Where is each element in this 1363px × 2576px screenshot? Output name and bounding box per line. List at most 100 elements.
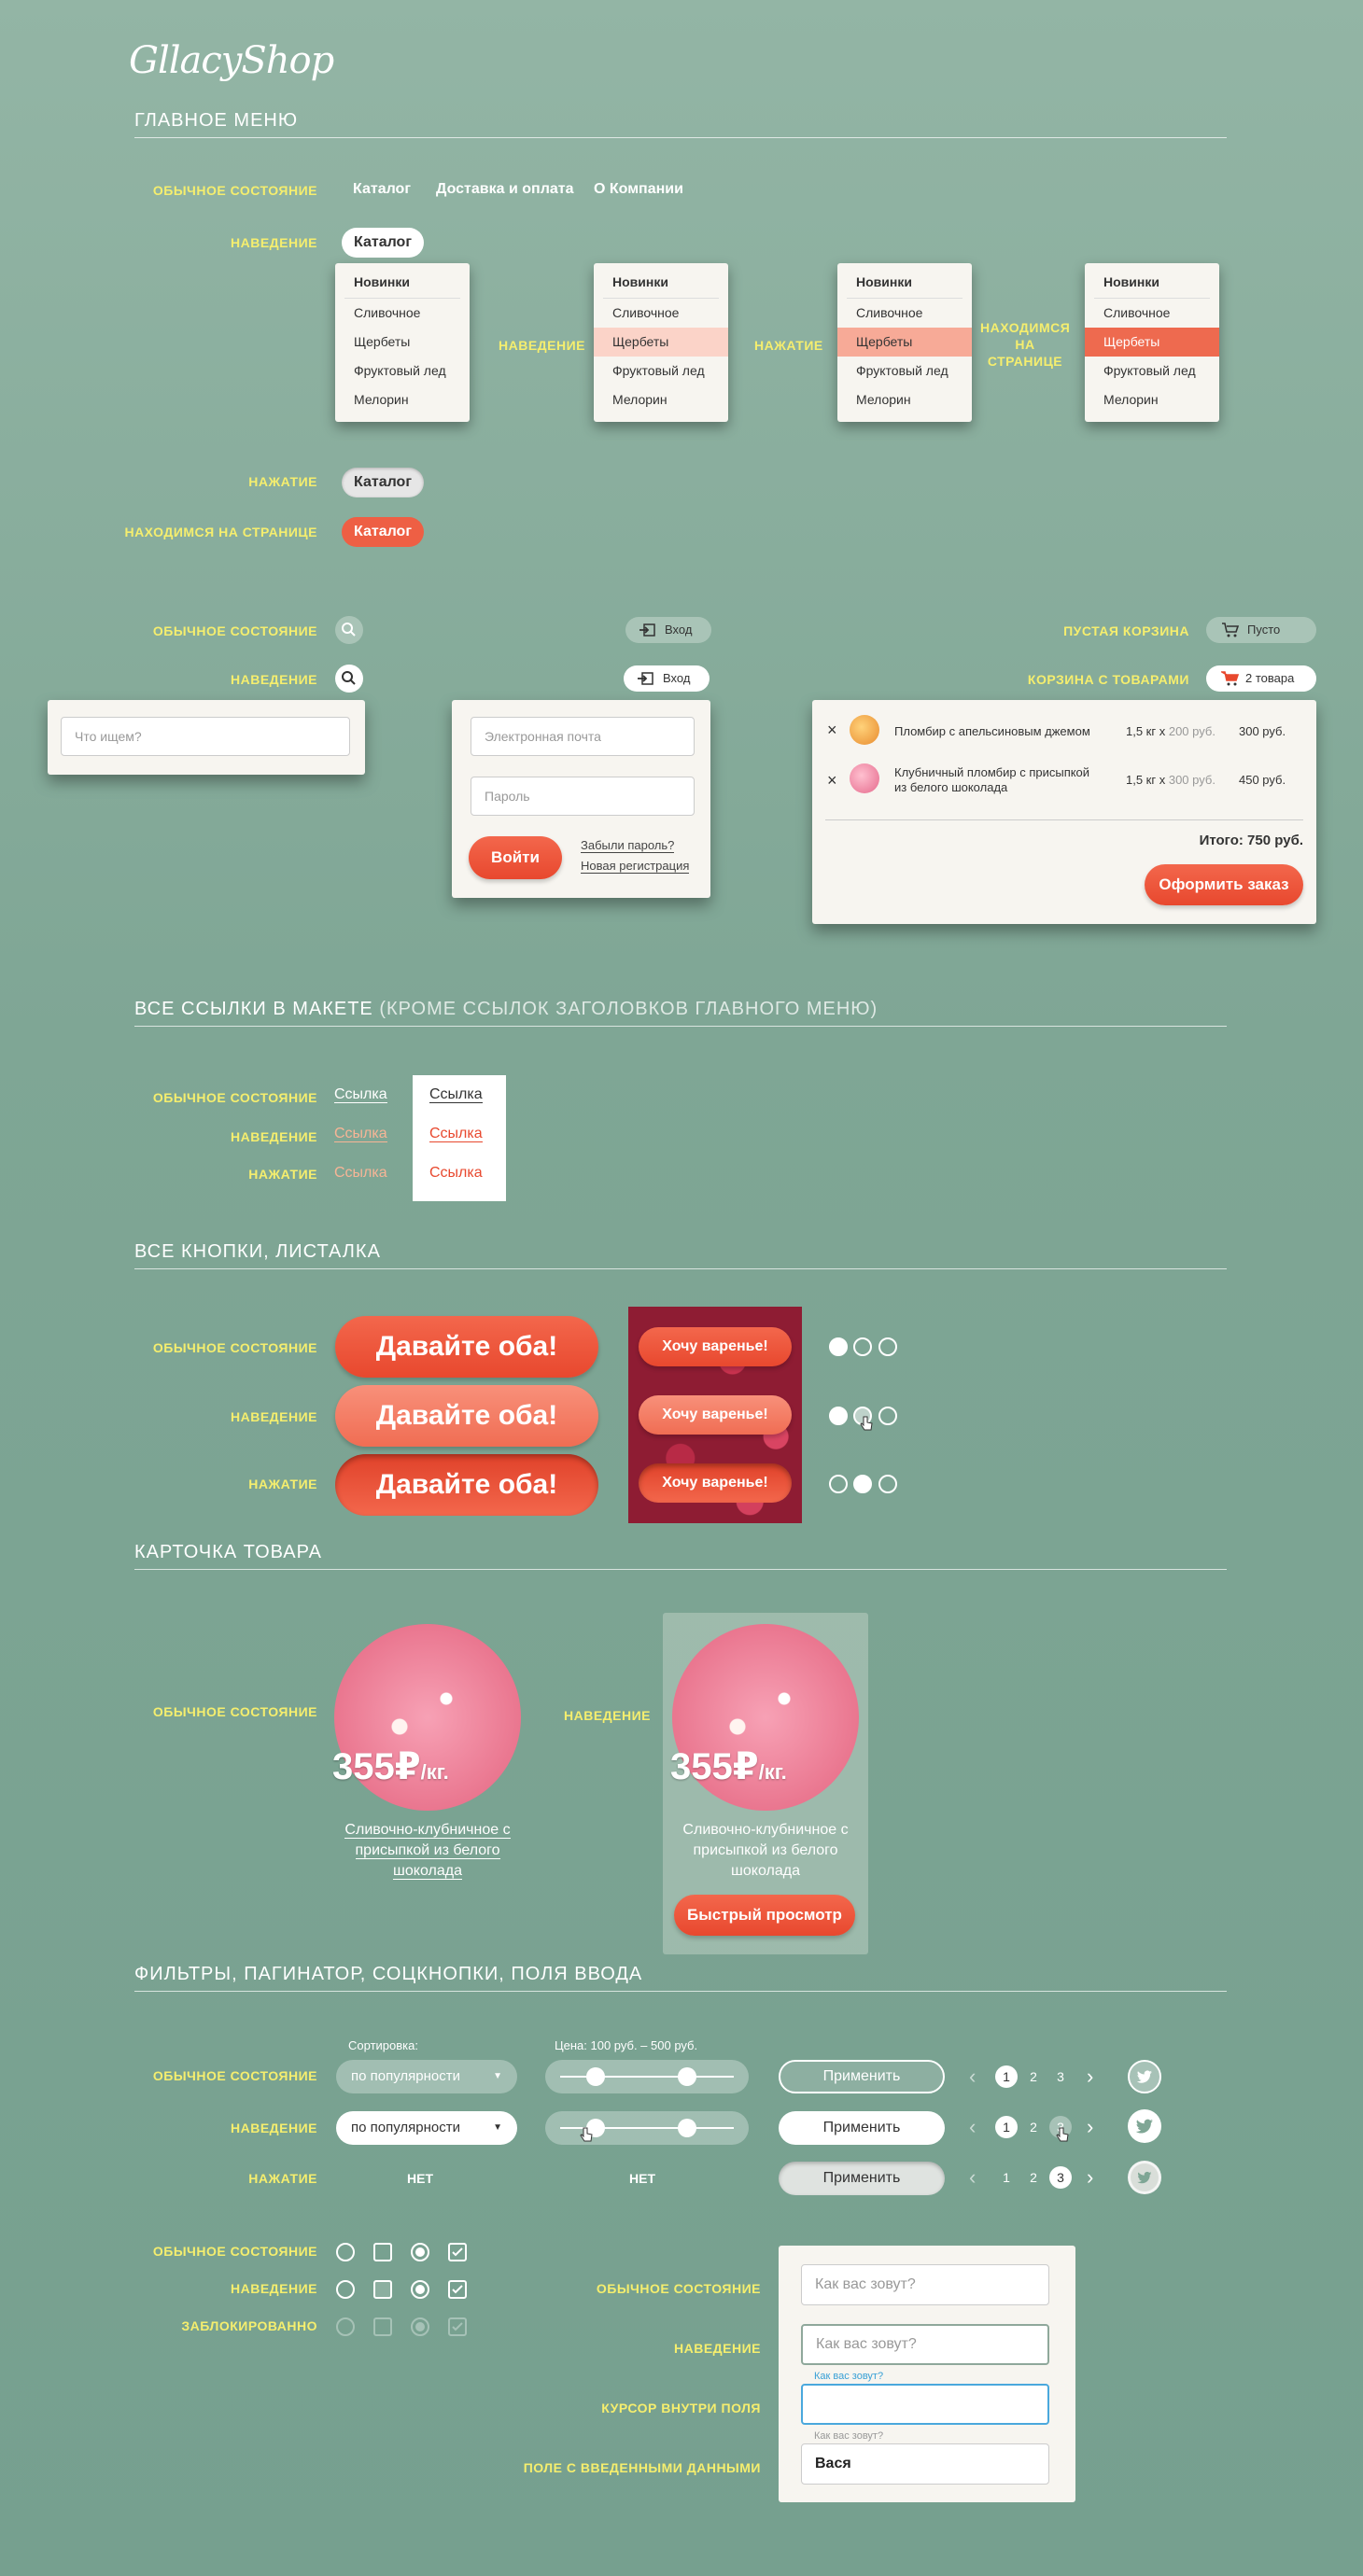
- radio-unchecked-hover[interactable]: [336, 2280, 355, 2299]
- link-hover[interactable]: Ссылка: [334, 1126, 387, 1142]
- slider-dot-active[interactable]: [853, 1475, 872, 1493]
- slider-dot[interactable]: [878, 1475, 897, 1493]
- pagination-next[interactable]: ›: [1087, 2115, 1093, 2139]
- page-1-current[interactable]: 1: [995, 2065, 1018, 2088]
- pagination-prev[interactable]: ‹: [969, 2115, 976, 2139]
- product-card-hover[interactable]: 355₽/кг. Сливочно-клубничное с присыпкой …: [663, 1613, 868, 1954]
- range-handle-max[interactable]: [678, 2119, 696, 2137]
- price-range-slider-hover[interactable]: [545, 2111, 749, 2145]
- name-field-filled[interactable]: Вася: [801, 2443, 1049, 2485]
- cart-button-full[interactable]: 2 товара: [1206, 665, 1316, 692]
- jam-button[interactable]: Хочу варенье!: [639, 1327, 792, 1366]
- radio-unchecked[interactable]: [336, 2243, 355, 2261]
- page-2[interactable]: 2: [1022, 2116, 1045, 2138]
- slider-dot[interactable]: [829, 1475, 848, 1493]
- dropdown-item-hovered[interactable]: Щербеты: [594, 328, 728, 357]
- nav-about[interactable]: О Компании: [594, 181, 683, 198]
- dropdown-item[interactable]: Сливочное: [837, 299, 972, 328]
- name-field-hover[interactable]: Как вас зовут?: [801, 2324, 1049, 2365]
- search-button[interactable]: [335, 616, 363, 644]
- dropdown-item[interactable]: Фруктовый лед: [335, 357, 470, 385]
- apply-button[interactable]: Применить: [779, 2060, 945, 2093]
- page-3[interactable]: 3: [1049, 2065, 1072, 2088]
- dropdown-item[interactable]: Фруктовый лед: [594, 357, 728, 385]
- dropdown-item[interactable]: Мелорин: [837, 385, 972, 414]
- slider-dot[interactable]: [878, 1407, 897, 1425]
- sort-select[interactable]: по популярности ▼: [336, 2060, 517, 2093]
- forgot-password-link[interactable]: Забыли пароль?: [581, 838, 675, 853]
- jam-button-pressed[interactable]: Хочу варенье!: [639, 1463, 792, 1503]
- cart-button-empty[interactable]: Пусто: [1206, 617, 1316, 643]
- dropdown-head[interactable]: Новинки: [847, 263, 963, 299]
- product-name-link[interactable]: Сливочно-клубничное с присыпкой из белог…: [334, 1820, 521, 1882]
- page-1[interactable]: 1: [995, 2166, 1018, 2189]
- link-press[interactable]: Ссылка: [334, 1165, 387, 1182]
- remove-item-icon[interactable]: ×: [827, 771, 837, 791]
- register-link[interactable]: Новая регистрация: [581, 859, 690, 874]
- login-button[interactable]: Вход: [625, 617, 711, 643]
- dropdown-item[interactable]: Мелорин: [594, 385, 728, 414]
- nav-catalog-pressed[interactable]: Каталог: [342, 468, 424, 497]
- dropdown-item-pressed[interactable]: Щербеты: [837, 328, 972, 357]
- dropdown-head[interactable]: Новинки: [344, 263, 460, 299]
- checkbox-checked-hover[interactable]: [448, 2280, 467, 2299]
- login-submit-button[interactable]: Войти: [469, 836, 562, 879]
- pagination-prev[interactable]: ‹: [969, 2165, 976, 2190]
- nav-delivery[interactable]: Доставка и оплата: [436, 181, 574, 198]
- dropdown-item[interactable]: Мелорин: [1085, 385, 1219, 414]
- big-cta-button-pressed[interactable]: Давайте оба!: [335, 1454, 598, 1516]
- dropdown-head[interactable]: Новинки: [603, 263, 719, 299]
- link-press-light[interactable]: Ссылка: [429, 1165, 483, 1182]
- range-handle-max[interactable]: [678, 2067, 696, 2086]
- dropdown-item[interactable]: Сливочное: [1085, 299, 1219, 328]
- link-normal-light[interactable]: Ссылка: [429, 1086, 483, 1103]
- pagination-next[interactable]: ›: [1087, 2165, 1093, 2190]
- page-3-pressed[interactable]: 3: [1049, 2166, 1072, 2189]
- dropdown-item[interactable]: Мелорин: [335, 385, 470, 414]
- product-name[interactable]: Сливочно-клубничное с присыпкой из белого…: [672, 1820, 859, 1882]
- login-button-hover[interactable]: Вход: [624, 665, 710, 692]
- slider-dot-active[interactable]: [829, 1407, 848, 1425]
- twitter-button-pressed[interactable]: [1128, 2161, 1161, 2194]
- twitter-button-hover[interactable]: [1128, 2109, 1161, 2143]
- apply-button-hover[interactable]: Применить: [779, 2111, 945, 2145]
- slider-dot[interactable]: [853, 1337, 872, 1356]
- jam-button-hover[interactable]: Хочу варенье!: [639, 1395, 792, 1435]
- pagination-next[interactable]: ›: [1087, 2065, 1093, 2089]
- checkout-button[interactable]: Оформить заказ: [1145, 864, 1303, 905]
- dropdown-item-current[interactable]: Щербеты: [1085, 328, 1219, 357]
- password-field[interactable]: Пароль: [471, 777, 695, 816]
- twitter-button[interactable]: [1128, 2060, 1161, 2093]
- link-hover-light[interactable]: Ссылка: [429, 1126, 483, 1142]
- link-normal[interactable]: Ссылка: [334, 1086, 387, 1103]
- pagination-prev[interactable]: ‹: [969, 2065, 976, 2089]
- slider-dot[interactable]: [878, 1337, 897, 1356]
- dropdown-item[interactable]: Сливочное: [594, 299, 728, 328]
- dropdown-item[interactable]: Фруктовый лед: [1085, 357, 1219, 385]
- dropdown-item[interactable]: Сливочное: [335, 299, 470, 328]
- quick-view-button[interactable]: Быстрый просмотр: [674, 1895, 855, 1936]
- dropdown-item[interactable]: Фруктовый лед: [837, 357, 972, 385]
- name-field[interactable]: Как вас зовут?: [801, 2264, 1049, 2305]
- search-button-hover[interactable]: [335, 665, 363, 693]
- page-2[interactable]: 2: [1022, 2065, 1045, 2088]
- checkbox-unchecked-hover[interactable]: [373, 2280, 392, 2299]
- remove-item-icon[interactable]: ×: [827, 721, 837, 740]
- sort-select-hover[interactable]: по популярности ▼: [336, 2111, 517, 2145]
- dropdown-head[interactable]: Новинки: [1094, 263, 1210, 299]
- radio-checked-hover[interactable]: [411, 2280, 429, 2299]
- checkbox-unchecked[interactable]: [373, 2243, 392, 2261]
- page-2[interactable]: 2: [1022, 2166, 1045, 2189]
- email-field[interactable]: Электронная почта: [471, 717, 695, 756]
- slider-dot-active[interactable]: [829, 1337, 848, 1356]
- page-1-current[interactable]: 1: [995, 2116, 1018, 2138]
- range-handle-min[interactable]: [586, 2067, 605, 2086]
- name-field-focused[interactable]: [801, 2384, 1049, 2425]
- nav-catalog[interactable]: Каталог: [353, 181, 411, 198]
- checkbox-checked[interactable]: [448, 2243, 467, 2261]
- nav-catalog-hover[interactable]: Каталог: [342, 228, 424, 258]
- big-cta-button-hover[interactable]: Давайте оба!: [335, 1385, 598, 1447]
- apply-button-pressed[interactable]: Применить: [779, 2162, 945, 2195]
- big-cta-button[interactable]: Давайте оба!: [335, 1316, 598, 1378]
- dropdown-item[interactable]: Щербеты: [335, 328, 470, 357]
